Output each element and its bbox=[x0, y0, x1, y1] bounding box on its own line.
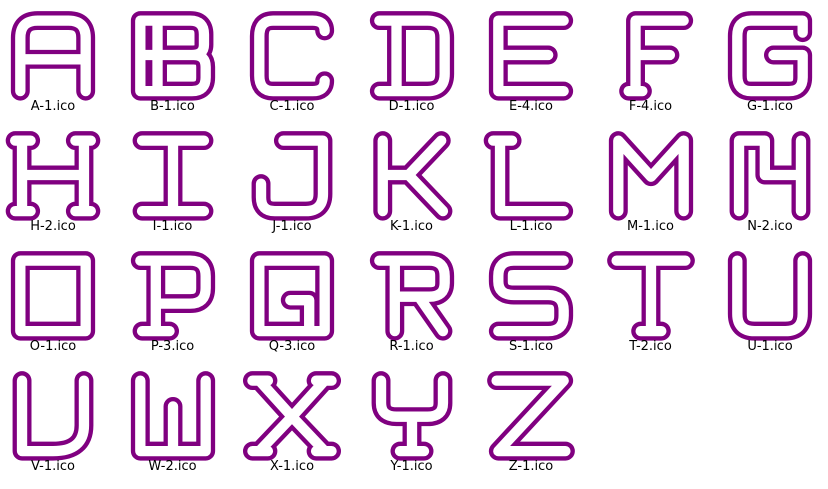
letter-s-icon bbox=[488, 251, 574, 341]
file-name-label: E-4.ico bbox=[508, 99, 554, 114]
letter-f-icon bbox=[618, 11, 693, 101]
letter-v-icon bbox=[12, 371, 94, 461]
file-name-label: D-1.ico bbox=[388, 99, 435, 114]
file-item-s[interactable]: S-1.ico bbox=[478, 244, 596, 364]
file-item-z[interactable]: Z-1.ico bbox=[478, 364, 596, 484]
file-item-b[interactable]: B-1.ico bbox=[120, 4, 238, 124]
file-name-label: R-1.ico bbox=[389, 339, 434, 354]
file-name-label: X-1.ico bbox=[269, 459, 315, 474]
letter-e-icon bbox=[488, 11, 574, 101]
file-item-n[interactable]: N-2.ico bbox=[717, 124, 828, 244]
file-name-label: G-1.ico bbox=[747, 99, 793, 114]
letter-w-icon bbox=[130, 371, 215, 461]
letter-k-icon bbox=[372, 131, 452, 221]
file-item-m[interactable]: M-1.ico bbox=[598, 124, 716, 244]
letter-g-icon bbox=[727, 11, 813, 101]
file-name-label: M-1.ico bbox=[626, 219, 675, 234]
file-item-f[interactable]: F-4.ico bbox=[598, 4, 716, 124]
file-name-label: O-1.ico bbox=[29, 339, 77, 354]
file-item-p[interactable]: P-3.ico bbox=[120, 244, 238, 364]
file-name-label: K-1.ico bbox=[390, 219, 433, 234]
file-name-label: U-1.ico bbox=[747, 339, 793, 354]
file-item-y[interactable]: Y-1.ico bbox=[359, 364, 477, 484]
letter-t-icon bbox=[606, 251, 695, 341]
file-name-label: V-1.ico bbox=[31, 459, 75, 474]
file-name-label: Y-1.ico bbox=[390, 459, 433, 474]
file-name-label: I-1.ico bbox=[152, 219, 193, 234]
file-item-k[interactable]: K-1.ico bbox=[359, 124, 477, 244]
file-item-r[interactable]: R-1.ico bbox=[359, 244, 477, 364]
file-name-label: A-1.ico bbox=[30, 99, 76, 114]
file-item-q[interactable]: Q-3.ico bbox=[239, 244, 357, 364]
letter-i-icon bbox=[132, 131, 213, 221]
file-item-i[interactable]: I-1.ico bbox=[120, 124, 238, 244]
letter-b-icon bbox=[130, 11, 215, 101]
letter-z-icon bbox=[487, 371, 575, 461]
letter-c-icon bbox=[249, 11, 335, 101]
letter-u-icon bbox=[727, 251, 813, 341]
file-name-label: N-2.ico bbox=[747, 219, 793, 234]
letter-d-icon bbox=[369, 11, 454, 101]
file-name-label: B-1.ico bbox=[150, 99, 195, 114]
file-item-t[interactable]: T-2.ico bbox=[598, 244, 716, 364]
letter-r-icon bbox=[369, 251, 454, 341]
file-name-label: T-2.ico bbox=[629, 339, 672, 354]
letter-q-icon bbox=[249, 251, 335, 341]
letter-y-icon bbox=[371, 371, 452, 461]
letter-o-icon bbox=[10, 251, 96, 341]
file-item-e[interactable]: E-4.ico bbox=[478, 4, 596, 124]
file-name-label: H-2.ico bbox=[30, 219, 76, 234]
file-item-a[interactable]: A-1.ico bbox=[0, 4, 118, 124]
file-item-o[interactable]: O-1.ico bbox=[0, 244, 118, 364]
file-name-label: W-2.ico bbox=[148, 459, 197, 474]
letter-n-icon bbox=[729, 131, 811, 221]
file-item-h[interactable]: H-2.ico bbox=[0, 124, 118, 244]
file-name-label: J-1.ico bbox=[272, 219, 312, 234]
file-name-label: L-1.ico bbox=[509, 219, 553, 234]
letter-p-icon bbox=[130, 251, 215, 341]
letter-l-icon bbox=[483, 131, 574, 221]
file-item-d[interactable]: D-1.ico bbox=[359, 4, 477, 124]
file-item-x[interactable]: X-1.ico bbox=[239, 364, 357, 484]
file-name-label: F-4.ico bbox=[628, 99, 673, 114]
file-item-w[interactable]: W-2.ico bbox=[120, 364, 238, 484]
file-name-label: C-1.ico bbox=[269, 99, 315, 114]
file-item-j[interactable]: J-1.ico bbox=[239, 124, 357, 244]
letter-j-icon bbox=[251, 131, 333, 221]
letter-x-icon bbox=[242, 371, 342, 461]
file-name-label: Z-1.ico bbox=[508, 459, 554, 474]
file-name-label: P-3.ico bbox=[150, 339, 195, 354]
file-name-label: S-1.ico bbox=[508, 339, 554, 354]
letter-h-icon bbox=[5, 131, 101, 221]
file-item-l[interactable]: L-1.ico bbox=[478, 124, 596, 244]
file-item-g[interactable]: G-1.ico bbox=[717, 4, 828, 124]
file-name-label: Q-3.ico bbox=[268, 339, 316, 354]
file-item-c[interactable]: C-1.ico bbox=[239, 4, 357, 124]
file-item-u[interactable]: U-1.ico bbox=[717, 244, 828, 364]
icon-file-grid: A-1.ico B-1.ico C-1.ico D-1.ico E-4.ico F-4.i… bbox=[0, 0, 828, 489]
letter-m-icon bbox=[608, 131, 693, 221]
file-item-v[interactable]: V-1.ico bbox=[0, 364, 118, 484]
letter-a-icon bbox=[10, 11, 96, 101]
